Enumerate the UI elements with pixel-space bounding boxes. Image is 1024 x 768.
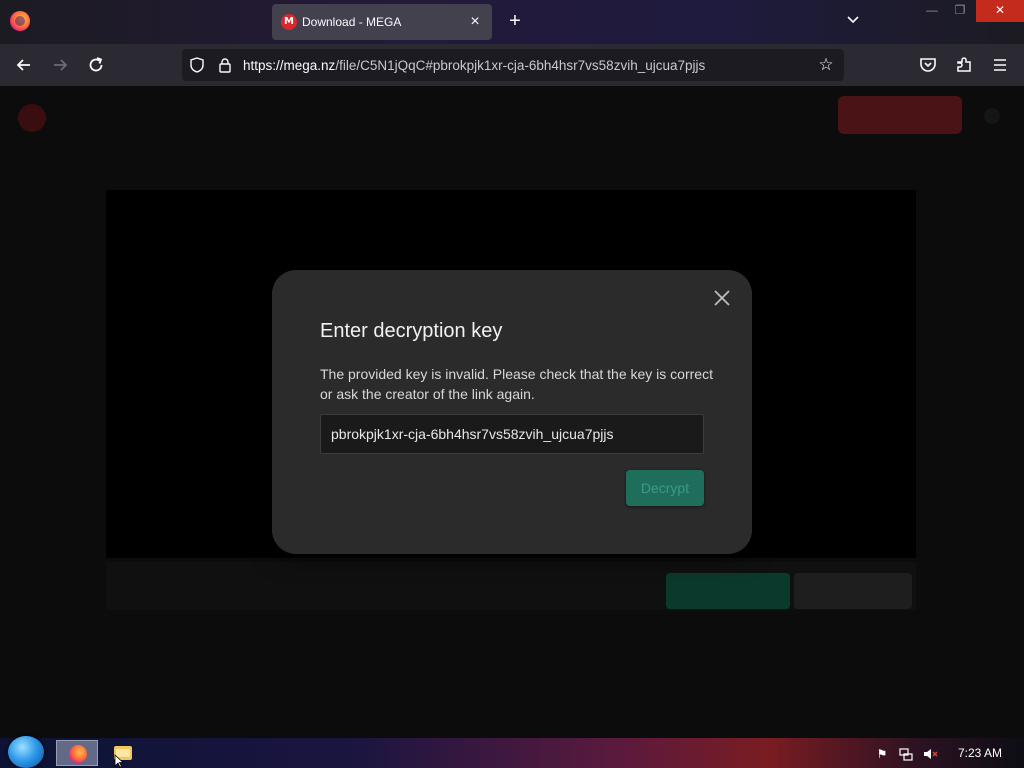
lock-icon[interactable] [218,57,232,73]
firefox-icon [69,745,87,763]
back-arrow-icon[interactable] [11,52,37,78]
close-window-icon[interactable]: ✕ [976,0,1024,22]
close-icon[interactable] [710,286,734,310]
list-all-tabs-chevron-icon[interactable] [842,10,864,32]
navigation-toolbar: https://mega.nz/file/C5N1jQqC#pbrokpjk1x… [0,44,1024,86]
mouse-cursor-icon [114,754,124,768]
system-clock[interactable]: 7:23 AM [958,746,1002,760]
decryption-key-dialog: Enter decryption key The provided key is… [272,270,752,554]
mega-favicon-icon: M [281,14,297,30]
pocket-icon[interactable] [915,52,941,78]
download-button[interactable] [666,573,790,609]
extensions-icon[interactable] [951,52,977,78]
import-button[interactable] [794,573,912,609]
restore-window-icon[interactable]: ❐ [944,0,976,22]
taskbar: ⚑ 7:23 AM [0,736,1024,768]
url-text[interactable]: https://mega.nz/file/C5N1jQqC#pbrokpjk1x… [243,58,705,73]
reload-icon[interactable] [83,52,109,78]
url-domain: https://mega.nz [243,58,336,73]
hamburger-menu-icon[interactable] [987,52,1013,78]
tab-title: Download - MEGA [302,15,402,29]
firefox-logo-icon [10,11,30,31]
url-bar[interactable]: https://mega.nz/file/C5N1jQqC#pbrokpjk1x… [182,49,844,81]
tab-close-icon[interactable]: × [464,11,486,33]
decrypt-button[interactable]: Decrypt [626,470,704,506]
taskbar-firefox-button[interactable] [56,740,98,766]
create-account-button[interactable] [838,96,962,134]
tab-mega-download[interactable]: M Download - MEGA × [272,4,492,40]
dialog-message: The provided key is invalid. Please chec… [320,366,713,402]
help-icon[interactable] [984,108,1000,124]
decryption-key-input[interactable] [320,414,704,454]
forward-arrow-icon[interactable] [47,52,73,78]
new-tab-plus-icon[interactable]: + [504,10,526,32]
action-center-flag-icon[interactable]: ⚑ [874,746,890,762]
mega-logo-icon [18,104,46,132]
volume-muted-icon[interactable] [922,746,938,762]
start-button-icon[interactable] [8,736,44,768]
tracking-shield-icon[interactable] [190,57,204,73]
url-path: /file/C5N1jQqC#pbrokpjk1xr-cja-6bh4hsr7v… [335,58,706,73]
tab-bar: M Download - MEGA × + — ❐ ✕ [0,0,1024,44]
dialog-title: Enter decryption key [320,320,503,342]
bookmark-star-icon[interactable]: ☆ [814,53,838,77]
network-icon[interactable] [898,746,914,762]
